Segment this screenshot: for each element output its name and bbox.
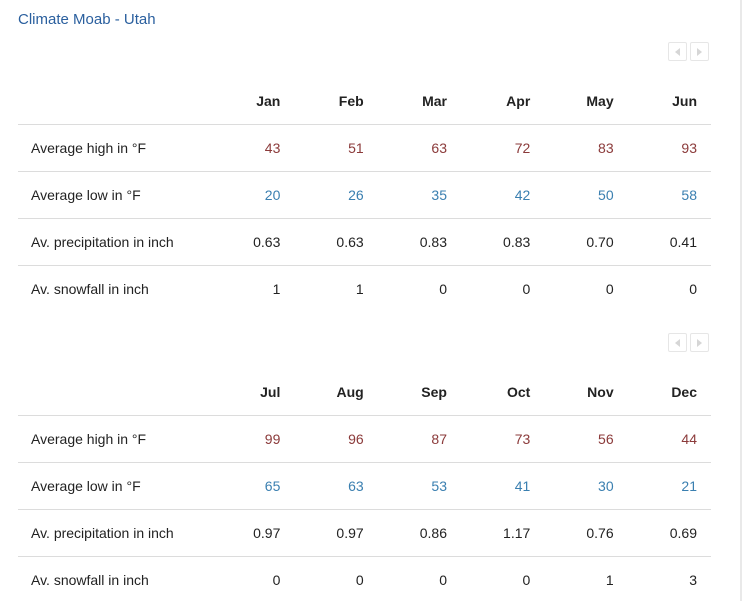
chevron-right-icon: [697, 48, 702, 56]
table-cell: 30: [544, 463, 627, 510]
table-cell: 93: [628, 125, 711, 172]
table-row-precipitation: Av. precipitation in inch 0.63 0.63 0.83…: [18, 219, 711, 266]
table-cell: 50: [544, 172, 627, 219]
table-header-row: Jan Feb Mar Apr May Jun: [18, 77, 711, 125]
month-header: Oct: [461, 368, 544, 416]
table-cell: 26: [294, 172, 377, 219]
month-header: Jun: [628, 77, 711, 125]
month-header: Nov: [544, 368, 627, 416]
table-cell: 21: [628, 463, 711, 510]
table-row-snowfall: Av. snowfall in inch 1 1 0 0 0 0: [18, 266, 711, 313]
month-header: Jul: [211, 368, 294, 416]
table-cell: 0: [544, 266, 627, 313]
month-header: Sep: [378, 368, 461, 416]
table-cell: 56: [544, 416, 627, 463]
table-cell: 0.97: [211, 510, 294, 557]
chevron-right-icon: [697, 339, 702, 347]
table-cell: 99: [211, 416, 294, 463]
table-cell: 58: [628, 172, 711, 219]
table-cell: 0: [461, 557, 544, 603]
header-empty: [18, 77, 211, 125]
next-button[interactable]: [690, 42, 709, 61]
row-label: Average high in °F: [18, 416, 211, 463]
row-label: Av. snowfall in inch: [18, 557, 211, 603]
table-pager: [668, 42, 709, 61]
table-cell: 0: [378, 266, 461, 313]
table-row-low: Average low in °F 20 26 35 42 50 58: [18, 172, 711, 219]
prev-button[interactable]: [668, 42, 687, 61]
chevron-left-icon: [675, 339, 680, 347]
table-cell: 20: [211, 172, 294, 219]
table-cell: 1: [211, 266, 294, 313]
table-cell: 44: [628, 416, 711, 463]
month-header: Mar: [378, 77, 461, 125]
table-cell: 0: [461, 266, 544, 313]
table-cell: 63: [294, 463, 377, 510]
table-row-snowfall: Av. snowfall in inch 0 0 0 0 1 3: [18, 557, 711, 603]
prev-button[interactable]: [668, 333, 687, 352]
header-empty: [18, 368, 211, 416]
row-label: Av. precipitation in inch: [18, 219, 211, 266]
row-label: Average high in °F: [18, 125, 211, 172]
table-cell: 0.69: [628, 510, 711, 557]
table-cell: 73: [461, 416, 544, 463]
table-cell: 42: [461, 172, 544, 219]
month-header: Feb: [294, 77, 377, 125]
table-cell: 51: [294, 125, 377, 172]
month-header: Jan: [211, 77, 294, 125]
table-cell: 0: [628, 266, 711, 313]
table-cell: 0: [294, 557, 377, 603]
table-header-row: Jul Aug Sep Oct Nov Dec: [18, 368, 711, 416]
page-title: Climate Moab - Utah: [18, 11, 156, 28]
month-header: May: [544, 77, 627, 125]
table-cell: 3: [628, 557, 711, 603]
table-row-low: Average low in °F 65 63 53 41 30 21: [18, 463, 711, 510]
month-header: Aug: [294, 368, 377, 416]
row-label: Average low in °F: [18, 463, 211, 510]
chevron-left-icon: [675, 48, 680, 56]
row-label: Av. snowfall in inch: [18, 266, 211, 313]
table-row-high: Average high in °F 43 51 63 72 83 93: [18, 125, 711, 172]
table-cell: 72: [461, 125, 544, 172]
table-cell: 53: [378, 463, 461, 510]
table-cell: 0: [378, 557, 461, 603]
row-label: Average low in °F: [18, 172, 211, 219]
climate-table: Jul Aug Sep Oct Nov Dec Average high in …: [18, 368, 711, 603]
row-label: Av. precipitation in inch: [18, 510, 211, 557]
table-row-high: Average high in °F 99 96 87 73 56 44: [18, 416, 711, 463]
table-cell: 0.97: [294, 510, 377, 557]
table-cell: 0.63: [211, 219, 294, 266]
table-cell: 1: [294, 266, 377, 313]
table-cell: 96: [294, 416, 377, 463]
table-cell: 83: [544, 125, 627, 172]
table-row-precipitation: Av. precipitation in inch 0.97 0.97 0.86…: [18, 510, 711, 557]
table-cell: 0.41: [628, 219, 711, 266]
table-cell: 65: [211, 463, 294, 510]
table-cell: 0.76: [544, 510, 627, 557]
table-cell: 0.86: [378, 510, 461, 557]
table-cell: 35: [378, 172, 461, 219]
table-cell: 1.17: [461, 510, 544, 557]
month-header: Dec: [628, 368, 711, 416]
month-header: Apr: [461, 77, 544, 125]
table-cell: 63: [378, 125, 461, 172]
table-cell: 87: [378, 416, 461, 463]
table-cell: 43: [211, 125, 294, 172]
table-cell: 41: [461, 463, 544, 510]
next-button[interactable]: [690, 333, 709, 352]
table-cell: 1: [544, 557, 627, 603]
table-cell: 0: [211, 557, 294, 603]
table-cell: 0.63: [294, 219, 377, 266]
table-cell: 0.83: [461, 219, 544, 266]
table-cell: 0.70: [544, 219, 627, 266]
climate-table: Jan Feb Mar Apr May Jun Average high in …: [18, 77, 711, 312]
table-cell: 0.83: [378, 219, 461, 266]
table-pager: [668, 333, 709, 352]
